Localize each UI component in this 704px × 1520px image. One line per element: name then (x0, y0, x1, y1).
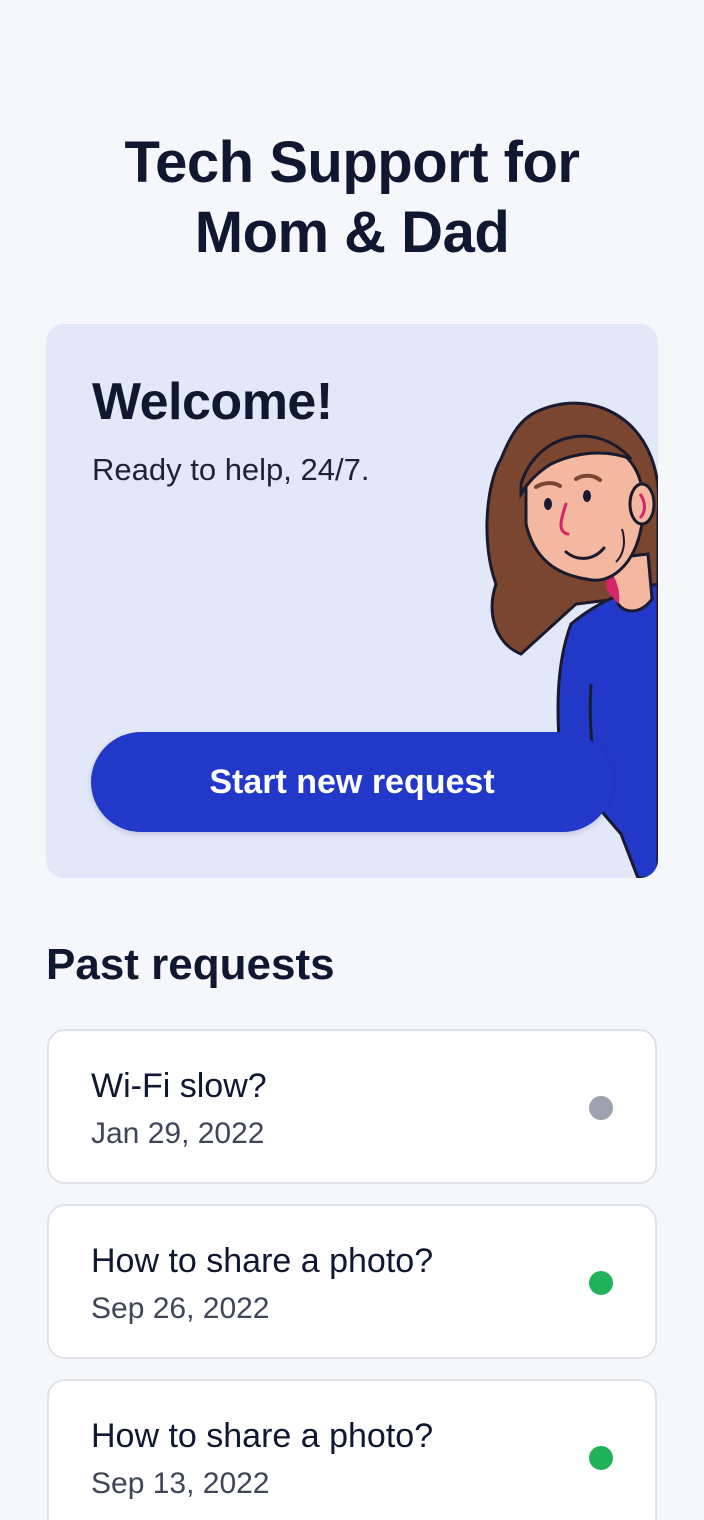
past-requests-list: Wi-Fi slow? Jan 29, 2022 How to share a … (47, 1029, 657, 1520)
page-title: Tech Support for Mom & Dad (0, 128, 704, 268)
request-card[interactable]: How to share a photo? Sep 13, 2022 (47, 1379, 657, 1520)
welcome-title: Welcome! (92, 373, 333, 431)
past-requests-heading: Past requests (46, 940, 335, 989)
start-new-request-button[interactable]: Start new request (91, 732, 613, 832)
request-title: How to share a photo? (91, 1417, 434, 1455)
app-screen: Tech Support for Mom & Dad Welcome! Read… (0, 0, 704, 1520)
request-card[interactable]: Wi-Fi slow? Jan 29, 2022 (47, 1029, 657, 1184)
welcome-card: Welcome! Ready to help, 24/7. Start new … (46, 324, 658, 878)
status-dot (589, 1096, 613, 1120)
request-date: Sep 13, 2022 (91, 1467, 270, 1500)
status-dot (589, 1446, 613, 1470)
welcome-subtitle: Ready to help, 24/7. (92, 452, 370, 487)
page-title-line2: Mom & Dad (194, 200, 510, 265)
request-title: How to share a photo? (91, 1242, 434, 1280)
request-title: Wi-Fi slow? (91, 1067, 267, 1105)
request-date: Jan 29, 2022 (91, 1117, 265, 1150)
page-title-line1: Tech Support for (124, 130, 580, 195)
request-card[interactable]: How to share a photo? Sep 26, 2022 (47, 1204, 657, 1359)
status-dot (589, 1271, 613, 1295)
request-date: Sep 26, 2022 (91, 1292, 270, 1325)
